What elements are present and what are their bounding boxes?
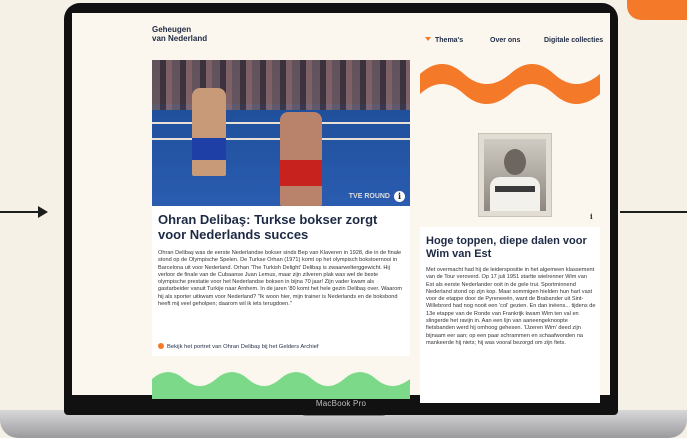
boxer-red-figure [280,112,322,206]
article-card-delibas[interactable]: TVE ROUND i Ohran Delibaş: Turkse bokser… [152,60,410,356]
nav-over-ons[interactable]: Over ons [490,37,520,44]
nav-themas-label: Thema's [435,37,464,44]
article-body: Ohran Delibaş was de eerste Nederlandse … [158,250,403,308]
orange-wave-decoration [420,64,600,104]
boxer-blue-figure [192,88,226,176]
caret-down-icon [425,37,431,41]
crowd-background [152,60,410,110]
article-body: Met overmacht had hij de leiderspositie … [426,267,596,346]
green-wave-decoration [152,372,410,399]
logo-line-1: Geheugen [152,25,192,34]
archive-link[interactable]: Bekijk het portret van Ohran Delibaş bij… [158,343,318,350]
info-icon[interactable]: i [590,212,593,221]
article-card-wim-van-est[interactable]: Hoge toppen, diepe dalen voor Wim van Es… [420,227,600,403]
top-navigation: Geheugen van Nederland Thema's Over ons … [72,13,610,53]
decorative-corner-accent [627,0,687,20]
nav-digitale-collecties[interactable]: Digitale collecties [544,37,603,44]
nav-themas[interactable]: Thema's [425,37,463,44]
orange-dot-icon [158,343,164,349]
logo-line-2: van Nederland [152,34,208,43]
info-icon[interactable]: i [394,191,405,202]
article-title[interactable]: Ohran Delibaş: Turkse bokser zorgt voor … [158,212,404,242]
archive-link-label: Bekijk het portret van Ohran Delibaş bij… [167,344,319,350]
photo-overlay-text: TVE ROUND [348,193,390,200]
right-line-icon [620,206,687,218]
portrait-photo [484,139,546,211]
left-arrow-icon [0,206,48,218]
article-title[interactable]: Hoge toppen, diepe dalen voor Wim van Es… [426,235,596,261]
boxing-photo[interactable]: TVE ROUND i [152,60,410,206]
wim-van-est-portrait[interactable] [478,133,552,217]
site-logo[interactable]: Geheugen van Nederland [152,25,207,43]
